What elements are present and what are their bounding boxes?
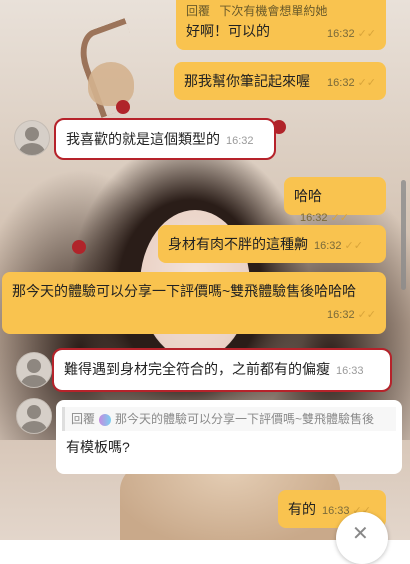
- avatar[interactable]: [16, 398, 52, 434]
- double-check-icon: ✓✓: [344, 240, 363, 252]
- message-time: 16:33: [322, 505, 350, 517]
- message-incoming[interactable]: 我喜歡的就是這個類型的 16:32: [54, 118, 276, 160]
- reply-snippet: 那今天的體驗可以分享一下評價嗎~雙飛體驗售後: [115, 412, 375, 426]
- message-time: 16:32: [327, 77, 355, 89]
- reply-snippet: 下次有機會想單約她: [219, 4, 328, 18]
- message-text: 那今天的體驗可以分享一下評價嗎~雙飛體驗售後哈哈哈: [12, 283, 357, 299]
- message-text: 我喜歡的就是這個類型的: [66, 131, 220, 147]
- background-berry: [116, 100, 130, 114]
- message-text: 那我幫你筆記起來喔: [184, 73, 310, 89]
- message-text: 有的: [288, 501, 316, 517]
- message-text: 好啊！可以的: [186, 23, 270, 39]
- message-time: 16:33: [336, 365, 364, 377]
- message-incoming[interactable]: 回覆 那今天的體驗可以分享一下評價嗎~雙飛體驗售後 有模板嗎?: [56, 400, 402, 474]
- message-outgoing[interactable]: 那今天的體驗可以分享一下評價嗎~雙飛體驗售後哈哈哈 16:32 ✓✓: [2, 272, 386, 334]
- background-berry: [272, 120, 286, 134]
- message-time: 16:32: [327, 28, 355, 40]
- message-text: 有模板嗎?: [66, 439, 130, 455]
- double-check-icon: ✓✓: [357, 28, 376, 40]
- message-text: 難得遇到身材完全符合的，之前都有的偏瘦: [64, 361, 330, 377]
- double-check-icon: ✓✓: [330, 212, 349, 224]
- reply-label: 回覆: [71, 412, 96, 426]
- reply-preview: 回覆 那今天的體驗可以分享一下評價嗎~雙飛體驗售後: [62, 407, 396, 431]
- message-time: 16:32: [300, 212, 328, 224]
- double-check-icon: ✓✓: [357, 309, 376, 321]
- message-time: 16:32: [327, 309, 355, 321]
- message-text: 哈哈: [294, 188, 322, 204]
- background-ear: [88, 62, 134, 106]
- reply-avatar-icon: [99, 413, 112, 426]
- reply-preview: 回覆 下次有機會想單約她: [186, 1, 376, 21]
- background-berry: [72, 240, 86, 254]
- scrollbar[interactable]: [401, 180, 406, 290]
- message-incoming[interactable]: 難得遇到身材完全符合的，之前都有的偏瘦 16:33: [52, 348, 392, 392]
- close-icon: ✕: [352, 523, 369, 545]
- reply-label: 回覆: [186, 4, 211, 18]
- message-outgoing[interactable]: 身材有肉不胖的這種齁 16:32 ✓✓: [158, 225, 386, 263]
- message-outgoing[interactable]: 回覆 下次有機會想單約她 好啊！可以的 16:32 ✓✓: [176, 0, 386, 50]
- close-button[interactable]: ✕: [336, 512, 388, 564]
- message-outgoing[interactable]: 那我幫你筆記起來喔 16:32 ✓✓: [174, 62, 386, 100]
- avatar[interactable]: [16, 352, 52, 388]
- double-check-icon: ✓✓: [357, 77, 376, 89]
- message-time: 16:32: [314, 240, 342, 252]
- message-text: 身材有肉不胖的這種齁: [168, 236, 308, 252]
- avatar[interactable]: [14, 120, 50, 156]
- message-time: 16:32: [226, 135, 254, 147]
- message-outgoing[interactable]: 哈哈 16:32 ✓✓: [284, 177, 386, 224]
